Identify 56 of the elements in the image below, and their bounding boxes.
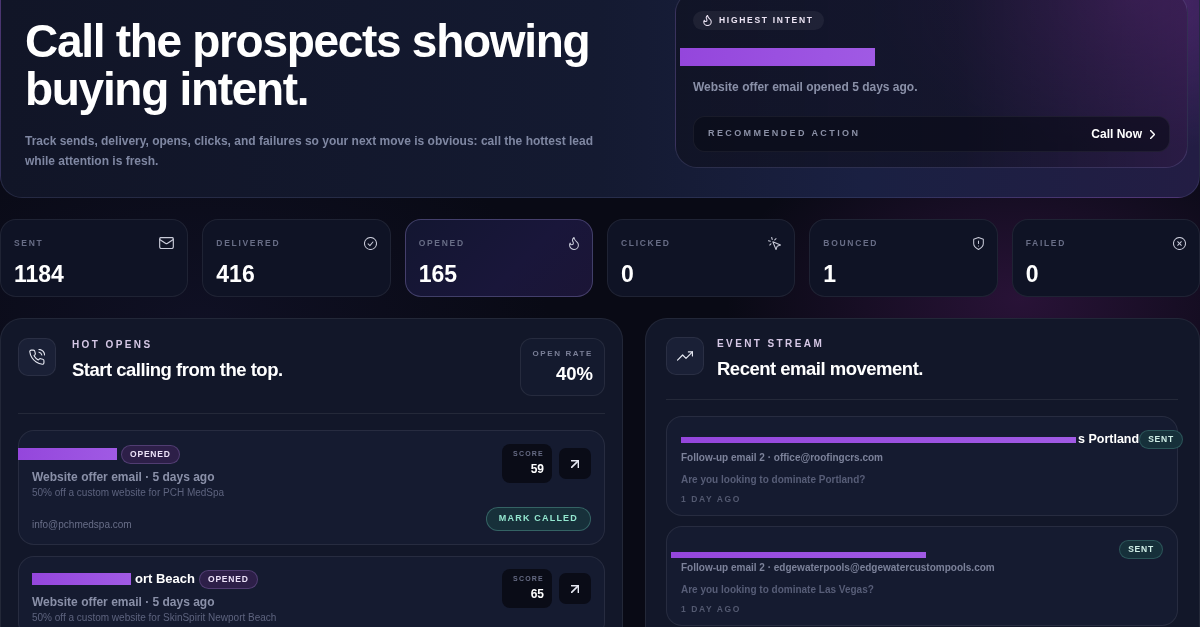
section-title: Recent email movement. <box>717 358 923 380</box>
stat-label: SENT <box>14 237 44 250</box>
intent-tag-text: HIGHEST INTENT <box>719 14 814 27</box>
stat-value: 165 <box>418 261 459 287</box>
event-time: 1 DAY AGO <box>681 604 742 614</box>
status-badge: SENT <box>1119 540 1163 559</box>
recommended-action-label: RECOMMENDED ACTION <box>708 127 861 141</box>
stat-value: 1184 <box>14 260 65 287</box>
section-eyebrow: EVENT STREAM <box>717 338 826 350</box>
stat-value: 1 <box>823 261 838 287</box>
open-rate-label: OPEN RATE <box>532 349 593 359</box>
intent-detail-text: Website offer email opened 5 days ago. <box>693 79 919 96</box>
flame-icon <box>703 15 712 26</box>
email-preview: Are you looking to dominate Portland? <box>681 474 867 486</box>
open-lead-button[interactable] <box>559 573 591 604</box>
headline: Call the prospects showing buying intent. <box>25 17 591 113</box>
lead-name: ort Beach <box>135 570 195 589</box>
status-badge: OPENED <box>121 444 180 464</box>
mail-icon <box>159 237 175 250</box>
status-badge: OPENED <box>198 569 258 589</box>
event-title: s Portland <box>1078 431 1140 449</box>
event-meta: Follow-up email 2 · edgewaterpools@edgewatercustompools.com <box>681 561 996 574</box>
lead-meta: Website offer email · 5 days ago <box>32 595 216 609</box>
phone-icon <box>18 338 56 376</box>
stat-value: 0 <box>1025 261 1040 287</box>
email-preview: Are you looking to dominate Las Vegas? <box>681 584 875 596</box>
section-title: Start calling from the top. <box>72 359 283 381</box>
stat-value: 416 <box>216 261 256 287</box>
score-value: 59 <box>529 462 544 477</box>
event-time: 1 DAY AGO <box>681 494 742 504</box>
offer-text: 50% off a custom website for PCH MedSpa <box>32 487 226 499</box>
open-lead-button[interactable] <box>559 448 591 479</box>
event-meta: Follow-up email 2 · office@roofingcrs.com <box>681 451 884 464</box>
cursor-click-icon <box>768 237 782 250</box>
stat-label: BOUNCED <box>823 237 879 250</box>
trending-up-icon <box>666 337 704 375</box>
flame-icon <box>569 237 579 250</box>
lead-meta: Website offer email · 5 days ago <box>32 470 216 484</box>
hero-description: Track sends, delivery, opens, clicks, and failures so your next move is obvious: call the hottest lead while attention is fresh. <box>25 133 594 170</box>
call-now-button[interactable]: Call Now <box>1091 125 1155 143</box>
arrow-up-right-icon <box>571 459 579 468</box>
section-eyebrow: HOT OPENS <box>72 339 154 351</box>
arrow-up-right-icon <box>571 584 579 593</box>
stat-value: 0 <box>621 261 635 287</box>
lead-email: info@pchmedspa.com <box>32 519 133 531</box>
stat-label: OPENED <box>418 237 465 250</box>
mark-called-button[interactable]: MARK CALLED <box>485 507 591 531</box>
offer-text: 50% off a custom website for SkinSpirit Newport Beach <box>32 612 278 624</box>
shield-alert-icon <box>972 237 984 250</box>
stat-label: DELIVERED <box>216 237 281 250</box>
stat-label: FAILED <box>1025 237 1067 250</box>
chevron-right-icon <box>1150 129 1155 139</box>
status-badge: SENT <box>1139 430 1183 449</box>
open-rate-value: 40% <box>554 363 593 385</box>
score-value: 65 <box>529 587 544 602</box>
stat-label: CLICKED <box>621 237 671 250</box>
